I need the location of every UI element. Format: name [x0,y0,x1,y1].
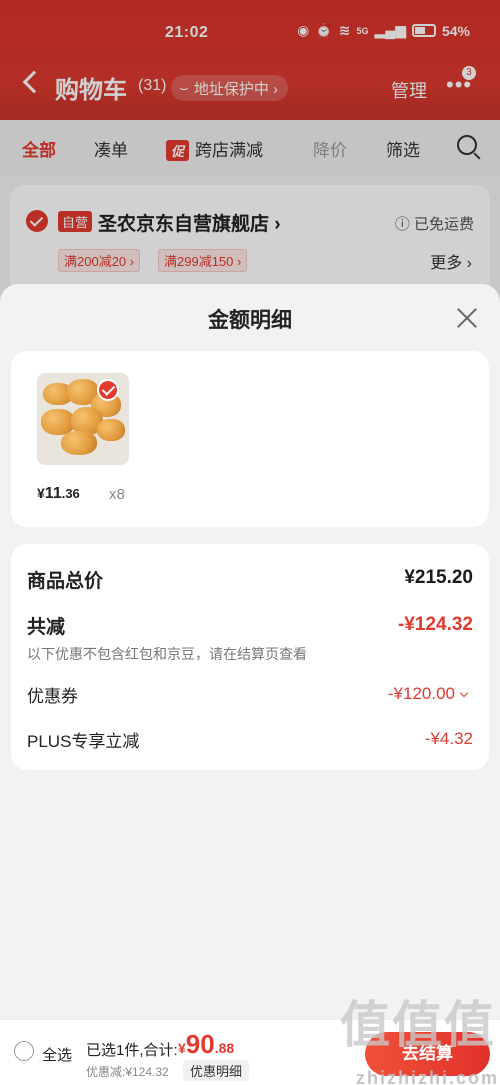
quantity: x8 [109,486,125,503]
sheet-title: 金额明细 [208,309,292,332]
close-icon[interactable] [455,306,479,330]
select-all-label[interactable]: 全选 [42,1044,72,1065]
select-all-radio[interactable] [14,1041,34,1061]
reduction-note: 以下优惠不包含红包和京豆，请在结算页查看 [27,646,307,662]
coupon-value[interactable]: -¥120.00 [388,684,469,704]
discount-summary: 优惠减:¥124.32 [86,1065,169,1079]
amount-detail-sheet: 金额明细 ¥11.36 x8 商品总价 ¥215.20 共减 -¥124.32 … [0,284,500,1020]
watermark-url: zhizhizhi.com [356,1068,499,1085]
total-price: ¥90.88 [178,1029,235,1059]
product-card: ¥11.36 x8 [11,351,489,527]
discount-detail-button[interactable]: 优惠明细 [183,1060,250,1081]
total-price-value: ¥215.20 [404,567,473,588]
price-summary-card: 商品总价 ¥215.20 共减 -¥124.32 以下优惠不包含红包和京豆，请在… [11,544,489,770]
watermark: 值值值 zhizhizhi.com [340,1000,499,1085]
coupon-label: 优惠券 [27,687,78,706]
watermark-logo: 值值值 [340,997,496,1053]
unit-price: ¥11.36 [37,485,80,502]
reduction-label: 共减 [27,617,66,638]
total-price-label: 商品总价 [27,571,104,592]
chevron-down-icon [459,688,469,698]
selected-summary: 已选1件,合计: [86,1042,178,1059]
plus-discount-value: -¥4.32 [424,729,473,748]
plus-discount-label: PLUS专享立减 [27,732,140,751]
product-check-icon[interactable] [97,379,119,401]
reduction-value: -¥124.32 [397,614,473,635]
